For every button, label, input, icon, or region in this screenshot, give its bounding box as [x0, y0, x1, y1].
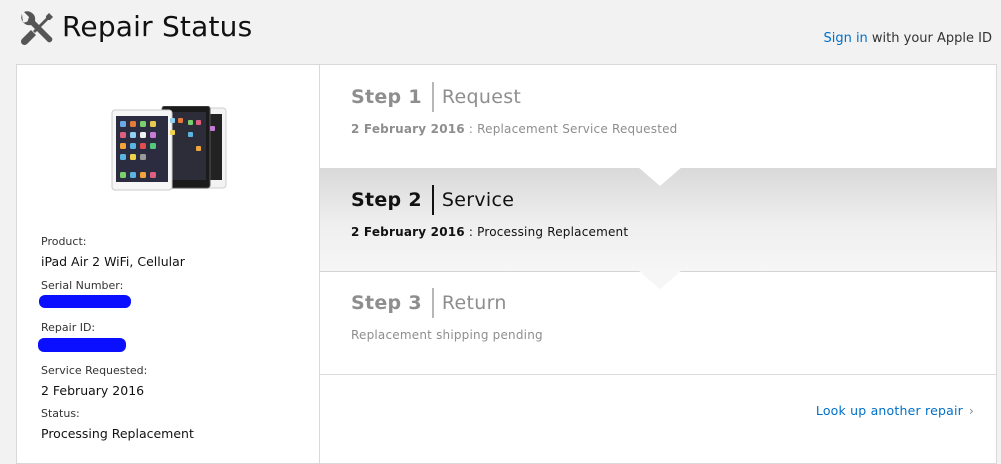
- step-separator: :: [464, 122, 478, 136]
- step-name: Request: [441, 86, 522, 108]
- step-header: Step 2 Service: [351, 185, 514, 215]
- step-divider: [431, 185, 434, 215]
- step-number: Step 1: [351, 86, 422, 108]
- step-name: Return: [441, 292, 507, 314]
- service-requested-label: Service Requested:: [41, 364, 148, 377]
- serial-number-field: Serial Number:: [39, 279, 131, 308]
- lookup-link-label: Look up another repair: [815, 403, 963, 418]
- step-header: Step 3 Return: [351, 288, 507, 318]
- page-header: Repair Status Sign in with your Apple ID: [0, 0, 1001, 64]
- status-field: Status: Processing Replacement: [41, 407, 194, 442]
- step-detail: Replacement shipping pending: [351, 328, 543, 342]
- step-header: Step 1 Request: [351, 82, 521, 112]
- repair-id-redaction: [38, 338, 126, 352]
- step-pointer: [638, 167, 682, 186]
- repair-steps-panel: Step 1 Request 2 February 2016 : Replace…: [319, 64, 997, 464]
- step-name: Service: [441, 189, 515, 211]
- product-field: Product: iPad Air 2 WiFi, Cellular: [41, 235, 185, 270]
- signin-suffix: with your Apple ID: [867, 31, 992, 46]
- lookup-another-repair-link[interactable]: Look up another repair ›: [816, 403, 974, 418]
- product-value: iPad Air 2 WiFi, Cellular: [41, 254, 185, 269]
- ipad-air-2-image: [111, 106, 227, 191]
- step-detail: Replacement Service Requested: [477, 122, 678, 136]
- status-label: Status:: [41, 407, 80, 420]
- step-return: Step 3 Return Replacement shipping pendi…: [320, 270, 996, 375]
- step-request: Step 1 Request 2 February 2016 : Replace…: [320, 65, 996, 168]
- step-divider: [431, 288, 434, 318]
- step-number: Step 2: [351, 189, 422, 211]
- signin-prompt: Sign in with your Apple ID: [823, 31, 992, 46]
- chevron-right-icon: ›: [969, 404, 974, 418]
- step-number: Step 3: [351, 292, 422, 314]
- step-date: 2 February 2016: [351, 225, 465, 239]
- step-date: 2 February 2016: [351, 122, 465, 136]
- step-divider: [431, 82, 434, 112]
- repair-id-field: Repair ID:: [38, 321, 126, 352]
- repair-id-label: Repair ID:: [41, 321, 96, 334]
- step-description: 2 February 2016 : Replacement Service Re…: [351, 122, 678, 136]
- step-description: Replacement shipping pending: [351, 328, 543, 342]
- step-service: Step 2 Service 2 February 2016 : Process…: [320, 167, 996, 272]
- tools-icon: [20, 11, 53, 46]
- device-info-panel: Product: iPad Air 2 WiFi, Cellular Seria…: [16, 64, 319, 464]
- service-requested-field: Service Requested: 2 February 2016: [41, 364, 147, 399]
- service-requested-value: 2 February 2016: [41, 383, 145, 398]
- serial-number-redaction: [39, 295, 131, 308]
- product-label: Product:: [41, 235, 87, 248]
- serial-number-label: Serial Number:: [41, 279, 124, 292]
- step-pointer: [638, 270, 682, 289]
- status-value: Processing Replacement: [41, 426, 194, 441]
- signin-link[interactable]: Sign in: [823, 31, 867, 46]
- page-title: Repair Status: [62, 10, 253, 43]
- step-detail: Processing Replacement: [477, 225, 629, 239]
- step-description: 2 February 2016 : Processing Replacement: [351, 225, 628, 239]
- step-separator: :: [464, 225, 478, 239]
